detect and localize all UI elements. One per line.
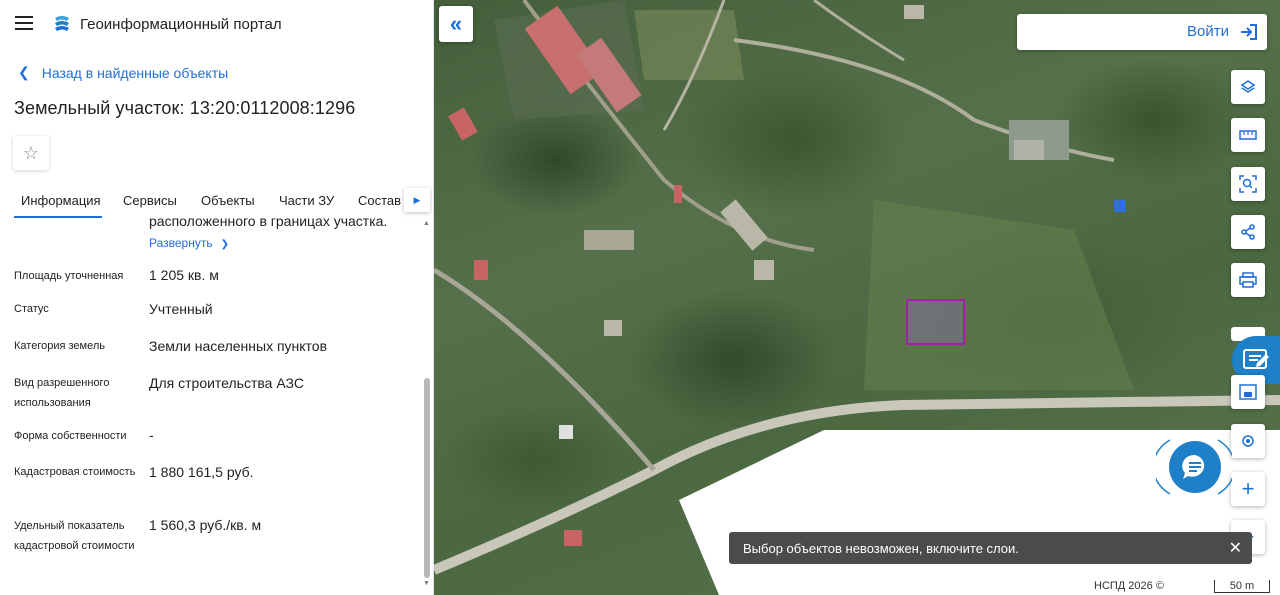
print-icon bbox=[1239, 272, 1257, 288]
collapse-panel-button[interactable]: « bbox=[439, 6, 473, 42]
share-icon bbox=[1241, 224, 1255, 240]
close-icon[interactable]: ✕ bbox=[1229, 538, 1242, 558]
print-button[interactable] bbox=[1231, 263, 1265, 297]
measure-button[interactable] bbox=[1231, 118, 1265, 152]
chevron-down-icon: ❯ bbox=[220, 239, 229, 250]
news-icon bbox=[1243, 349, 1269, 369]
row-value-area: 1 205 кв. м bbox=[149, 267, 219, 283]
toast-message: Выбор объектов невозможен, включите слои… bbox=[743, 541, 1019, 556]
back-to-results-link[interactable]: ❮ Назад в найденные объекты bbox=[18, 64, 228, 81]
minimap-button[interactable] bbox=[1231, 375, 1265, 409]
row-label-specific-value: Удельный показатель кадастровой стоимост… bbox=[14, 520, 135, 552]
scroll-up-icon[interactable]: ▲ bbox=[423, 220, 430, 227]
chat-button[interactable] bbox=[1169, 441, 1221, 493]
locate-button[interactable] bbox=[1231, 424, 1265, 458]
app-root: Геоинформационный портал ❮ Назад в найде… bbox=[0, 0, 1280, 595]
expand-label: Развернуть bbox=[149, 236, 213, 250]
app-title: Геоинформационный портал bbox=[80, 16, 282, 33]
portal-logo bbox=[55, 16, 69, 31]
row-value-specific-value: 1 560,3 руб./кв. м bbox=[149, 517, 262, 533]
locate-icon bbox=[1242, 435, 1254, 447]
attribution-text: НСПД 2026 © bbox=[1094, 580, 1164, 592]
scale-bar: 50 m bbox=[1214, 580, 1270, 593]
notification-toast: Выбор объектов невозможен, включите слои… bbox=[729, 532, 1252, 564]
expand-link[interactable]: Развернуть ❯ bbox=[149, 236, 229, 250]
row-value-land-category: Земли населенных пунктов bbox=[149, 338, 328, 354]
row-label-cadastral-value: Кадастровая стоимость bbox=[14, 466, 136, 478]
tabs-scroll-right-button[interactable]: ▶ bbox=[404, 188, 430, 212]
info-list: расположенного в границах участка. Разве… bbox=[0, 210, 420, 595]
row-value-cadastral-value: 1 880 161,5 руб. bbox=[149, 464, 254, 480]
row-value-status: Учтенный bbox=[149, 301, 213, 317]
chevron-left-icon: ❮ bbox=[18, 64, 30, 80]
map-attribution: НСПД 2026 © 50 m bbox=[1088, 577, 1280, 595]
description-text: расположенного в границах участка. bbox=[149, 213, 388, 229]
scroll-down-icon[interactable]: ▼ bbox=[423, 580, 430, 587]
row-label-area: Площадь уточненная bbox=[14, 270, 124, 282]
row-label-ownership: Форма собственности bbox=[14, 430, 127, 442]
search-area-icon bbox=[1239, 175, 1257, 193]
scroll-thumb[interactable] bbox=[424, 378, 430, 578]
layers-button[interactable] bbox=[1231, 70, 1265, 104]
row-label-permitted-use: Вид разрешенного использования bbox=[14, 377, 110, 409]
top-bar: Геоинформационный портал bbox=[0, 0, 433, 48]
star-icon: ☆ bbox=[22, 142, 40, 163]
favorite-button[interactable]: ☆ bbox=[13, 136, 49, 170]
object-info-panel: Геоинформационный портал ❮ Назад в найде… bbox=[0, 0, 434, 595]
map-view[interactable]: « Войти + Выбор объектов невозможен, вкл… bbox=[434, 0, 1280, 595]
login-button[interactable]: Войти bbox=[1017, 14, 1267, 50]
object-title: Земельный участок: 13:20:0112008:1296 bbox=[14, 98, 356, 118]
info-scrollbar[interactable]: ▲ ▼ bbox=[422, 218, 432, 593]
layers-icon bbox=[1240, 80, 1256, 93]
row-label-land-category: Категория земель bbox=[14, 340, 105, 352]
row-value-permitted-use: Для строительства АЗС bbox=[149, 375, 304, 391]
menu-icon[interactable] bbox=[15, 16, 33, 30]
row-value-ownership: - bbox=[149, 427, 154, 443]
parcel-outline[interactable] bbox=[906, 299, 965, 345]
back-link-label: Назад в найденные объекты bbox=[41, 64, 229, 81]
ruler-icon bbox=[1239, 130, 1257, 140]
area-search-button[interactable] bbox=[1231, 167, 1265, 201]
satellite-imagery bbox=[434, 0, 1280, 595]
share-button[interactable] bbox=[1231, 215, 1265, 249]
login-icon bbox=[1241, 24, 1257, 40]
login-label: Войти bbox=[1187, 23, 1229, 40]
row-label-status: Статус bbox=[14, 303, 49, 315]
minimap-icon bbox=[1239, 384, 1257, 400]
chat-icon bbox=[1182, 454, 1205, 479]
zoom-in-icon: + bbox=[1241, 476, 1255, 501]
zoom-in-button[interactable]: + bbox=[1231, 472, 1265, 506]
